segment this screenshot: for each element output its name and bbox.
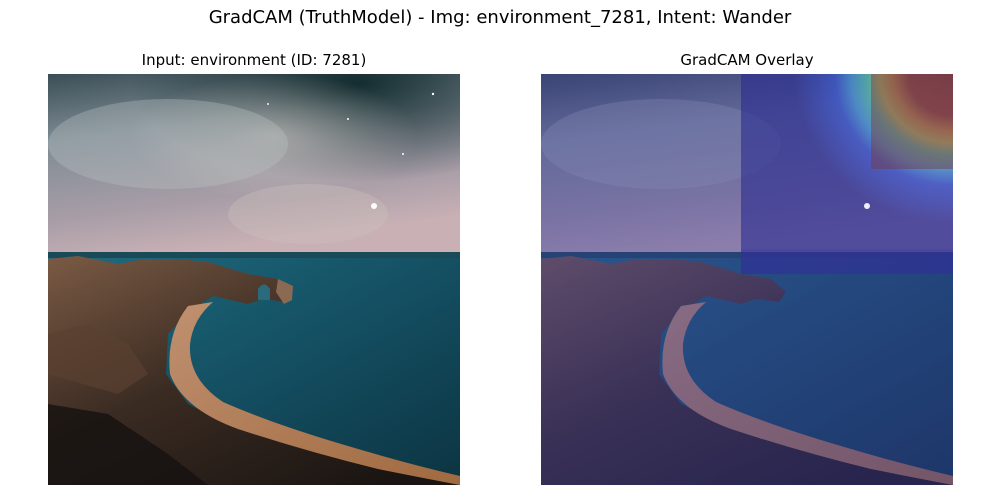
gradcam-overlay-canvas	[541, 74, 953, 485]
input-panel-title: Input: environment (ID: 7281)	[141, 51, 367, 69]
overlay-panel-title: GradCAM Overlay	[680, 51, 814, 69]
input-image	[48, 74, 460, 485]
figure-title: GradCAM (TruthModel) - Img: environment_…	[208, 7, 792, 28]
gradcam-overlay-image	[541, 74, 953, 485]
input-image-canvas	[48, 74, 460, 485]
